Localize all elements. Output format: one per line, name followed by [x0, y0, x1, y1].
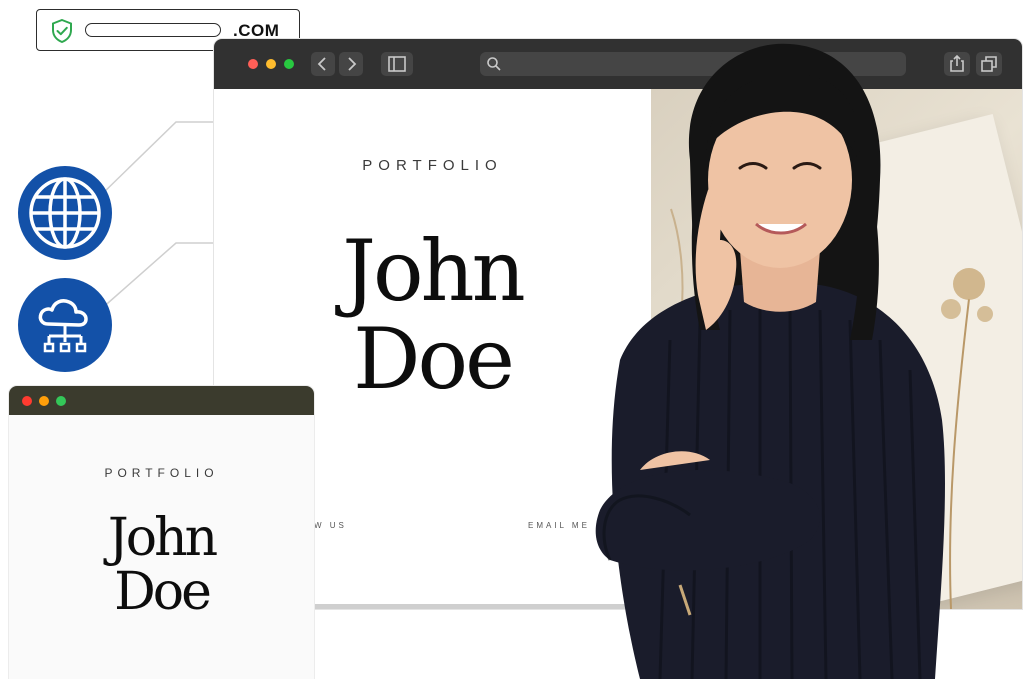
- globe-badge: [18, 166, 112, 260]
- back-button[interactable]: [311, 52, 335, 76]
- close-button[interactable]: [248, 59, 258, 69]
- minimize-button[interactable]: [266, 59, 276, 69]
- preview-browser-window: PORTFOLIO John Doe: [9, 386, 314, 679]
- preview-name-last: Doe: [114, 562, 212, 622]
- follow-us-link[interactable]: W US: [314, 521, 347, 530]
- sidebar-icon: [388, 56, 406, 72]
- domain-tld: .COM: [233, 21, 280, 40]
- tabs-icon: [981, 56, 997, 72]
- preview-name-first: John: [107, 508, 218, 568]
- cloud-badge: [18, 278, 112, 372]
- person-photo: [595, 43, 945, 679]
- cloud-network-icon: [38, 299, 88, 353]
- chevron-right-icon: [348, 57, 357, 71]
- sidebar-toggle-button[interactable]: [381, 52, 413, 76]
- forward-button[interactable]: [339, 52, 363, 76]
- chevron-left-icon: [317, 57, 326, 71]
- shield-check-icon: [52, 19, 72, 43]
- maximize-button[interactable]: [284, 59, 294, 69]
- preview-minimize-button[interactable]: [39, 396, 49, 406]
- preview-portfolio-label: PORTFOLIO: [104, 466, 219, 480]
- url-bar: [85, 23, 221, 37]
- preview-titlebar: [9, 386, 314, 415]
- preview-close-button[interactable]: [22, 396, 32, 406]
- globe-icon: [29, 177, 101, 249]
- search-icon: [487, 57, 501, 71]
- tabs-button[interactable]: [976, 52, 1002, 76]
- preview-maximize-button[interactable]: [56, 396, 66, 406]
